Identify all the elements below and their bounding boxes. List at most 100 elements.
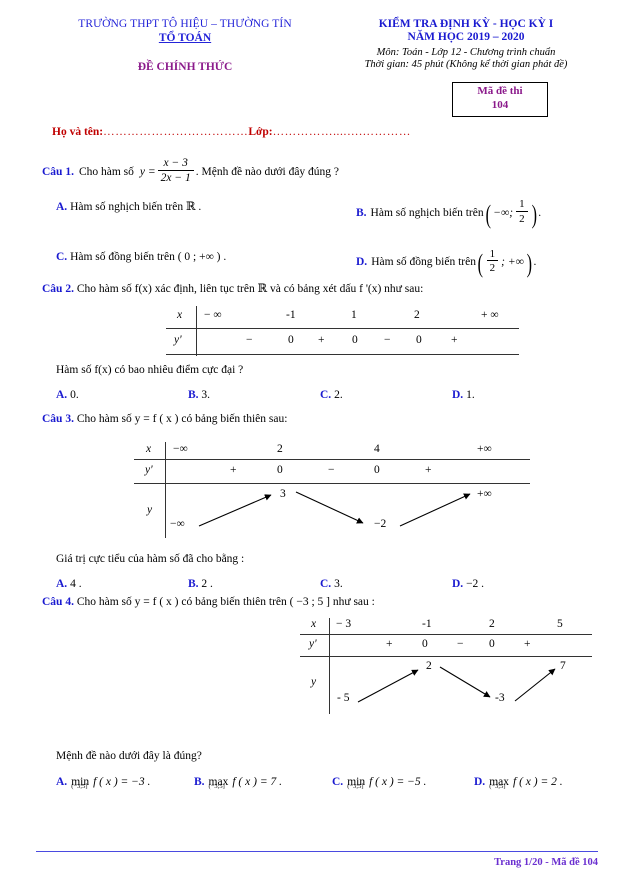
exam-subject-line: Môn: Toán - Lớp 12 - Chương trình chuẩn xyxy=(376,47,556,58)
question-4-option-a-subscript: (−3;5] xyxy=(71,782,88,790)
table-sign-value: + xyxy=(318,334,325,346)
question-3-options-row: A. 4 . B. 2 . C. 3. D. −2 . xyxy=(42,576,600,593)
question-1-option-b-fraction-denominator: 2 xyxy=(519,213,525,226)
question-1-option-b-text: Hàm số nghịch biến trên xyxy=(370,206,484,219)
table-hline xyxy=(166,354,519,356)
question-4-option-c-subscript: (−3;5] xyxy=(347,782,364,790)
question-1-y-equals: y = xyxy=(139,165,156,178)
table-row-label-yprime: y' xyxy=(174,334,182,346)
table-x-value: − ∞ xyxy=(204,309,222,321)
class-label: Lớp: xyxy=(248,126,273,138)
arrow-up-1 xyxy=(198,494,272,527)
exam-page: TRƯỜNG THPT TÔ HIỆU – THƯỜNG TÍN TỔ TOÁN… xyxy=(0,0,634,891)
question-2-option-c[interactable]: C. 2. xyxy=(320,387,452,404)
footer-page-info: Trang 1/20 - Mã đề 104 xyxy=(494,857,598,868)
question-4-option-a-body: f ( x ) = −3 . xyxy=(93,775,151,788)
question-1-option-a-letter: A. xyxy=(56,201,68,214)
question-1-option-a[interactable]: A. Hàm số nghịch biến trên ℝ . xyxy=(42,199,356,226)
question-4-stem: Câu 4. Cho hàm số y = f ( x ) có bảng bi… xyxy=(42,594,600,611)
question-1-option-c[interactable]: C. Hàm số đồng biến trên ( 0 ; +∞ ) . xyxy=(42,249,356,276)
table-vline xyxy=(196,306,198,356)
official-exam-label: ĐỀ CHÍNH THỨC xyxy=(137,61,233,73)
table-sign-value: − xyxy=(246,334,253,346)
question-3-option-d[interactable]: D. −2 . xyxy=(452,576,584,593)
question-1-option-b-fraction-numerator: 1 xyxy=(516,198,528,213)
exam-code-label: Mã đề thi xyxy=(477,85,523,97)
question-4-option-a-letter: A. xyxy=(56,775,68,788)
question-1-option-c-letter: C. xyxy=(56,250,68,263)
table-x-value: + ∞ xyxy=(481,309,499,321)
question-4-option-a[interactable]: A. min (−3;5] f ( x ) = −3 . xyxy=(56,774,194,791)
exam-title-line1: KIỂM TRA ĐỊNH KỲ - HỌC KỲ I xyxy=(378,18,554,30)
exam-code-number: 104 xyxy=(491,98,509,111)
question-4-option-b[interactable]: B. max (−3;5] f ( x ) = 7 . xyxy=(194,774,332,791)
arrow-down-1 xyxy=(439,666,491,698)
question-4-options-row: A. min (−3;5] f ( x ) = −3 . B. max (−3;… xyxy=(42,774,600,791)
question-3-option-b[interactable]: B. 2 . xyxy=(188,576,320,593)
page-header: TRƯỜNG THPT TÔ HIỆU – THƯỜNG TÍN TỔ TOÁN… xyxy=(40,18,600,138)
question-2-option-d-letter: D. xyxy=(452,388,464,401)
header-right-block: KIỂM TRA ĐỊNH KỲ - HỌC KỲ I NĂM HỌC 2019… xyxy=(332,18,600,70)
question-4-option-c[interactable]: C. min (−3;5] f ( x ) = −5 . xyxy=(332,774,474,791)
question-2-subquestion-block: Hàm số f(x) có bao nhiêu điểm cực đại ? … xyxy=(42,362,600,403)
question-1-option-d-text: Hàm số đồng biến trên xyxy=(371,256,476,269)
class-dots[interactable]: ……………....….………… xyxy=(273,126,411,138)
question-3-option-d-text: −2 . xyxy=(466,577,485,590)
question-1-fraction-denominator: 2x − 1 xyxy=(160,172,191,185)
question-2-option-b-text: 3. xyxy=(201,388,211,401)
table-sign-value: + xyxy=(451,334,458,346)
arrow-up-2 xyxy=(399,493,471,527)
question-4-option-d-operator-wrap: max (−3;5] xyxy=(489,774,509,791)
question-1-option-b-letter: B. xyxy=(356,206,367,219)
question-2-option-d[interactable]: D. 1. xyxy=(452,387,584,404)
table-sign-value: 0 xyxy=(416,334,422,346)
question-1-option-d-fraction-denominator: 2 xyxy=(489,262,496,275)
arrow-up-1 xyxy=(357,669,419,703)
question-4-option-d-letter: D. xyxy=(474,775,486,788)
question-3-stem-text: Cho hàm số y = f ( x ) có bảng biến thiê… xyxy=(76,413,288,425)
table-x-value: 2 xyxy=(414,309,420,321)
question-1-option-b[interactable]: B. Hàm số nghịch biến trên ( −∞; 1 2 ) . xyxy=(356,198,634,227)
question-2-option-b[interactable]: B. 3. xyxy=(188,387,320,404)
question-1-option-b-interval-pre: −∞; xyxy=(493,206,514,219)
question-1-options-row-1: A. Hàm số nghịch biến trên ℝ . B. Hàm số… xyxy=(42,198,600,227)
question-4-variation-table: x y' y − 3 -1 2 5 + 0 − 0 + - 5 2 -3 7 xyxy=(300,618,600,718)
question-3-option-c-text: 3. xyxy=(334,577,343,590)
question-1-option-d-fraction: 1 2 xyxy=(486,248,499,275)
question-4-subquestion: Mệnh đề nào dưới đây là đúng? xyxy=(56,750,202,762)
question-3-option-c[interactable]: C. 3. xyxy=(320,576,452,593)
question-4-option-c-body: f ( x ) = −5 . xyxy=(369,775,427,788)
question-2-option-a-text: 0. xyxy=(70,388,79,401)
question-1-stem-after: . Mệnh đề nào dưới đây đúng ? xyxy=(195,165,340,178)
question-3-option-d-letter: D. xyxy=(452,577,464,590)
question-4-option-b-operator-wrap: max (−3;5] xyxy=(209,774,229,791)
question-2-option-c-letter: C. xyxy=(320,388,332,401)
question-2-option-a[interactable]: A. 0. xyxy=(56,387,188,404)
table-x-value: -1 xyxy=(286,309,296,321)
question-3: Câu 3. Cho hàm số y = f ( x ) có bảng bi… xyxy=(42,411,600,428)
question-1-option-b-tail: . xyxy=(538,206,542,219)
question-3-variation-table: x y' y −∞ 2 4 +∞ + 0 − 0 + −∞ 3 −2 +∞ xyxy=(134,442,534,542)
question-1-option-d-fraction-numerator: 1 xyxy=(486,248,499,262)
question-1-options-row-2: C. Hàm số đồng biến trên ( 0 ; +∞ ) . D.… xyxy=(42,248,600,277)
question-1-option-d-letter: D. xyxy=(356,256,368,269)
question-1-option-d[interactable]: D. Hàm số đồng biến trên ( 1 2 ; +∞ ) . xyxy=(356,248,634,277)
question-4: Câu 4. Cho hàm số y = f ( x ) có bảng bi… xyxy=(42,594,600,611)
name-dots[interactable]: ……………………………… xyxy=(103,126,248,138)
question-4-option-b-subscript: (−3;5] xyxy=(208,782,225,790)
question-4-option-d-body: f ( x ) = 2 . xyxy=(513,775,563,788)
question-4-option-d-subscript: (−3;5] xyxy=(489,782,506,790)
student-name-line: Họ và tên:………………………………Lớp:……………....….………… xyxy=(52,126,522,138)
question-3-option-a[interactable]: A. 4 . xyxy=(56,576,188,593)
question-2-option-a-letter: A. xyxy=(56,388,68,401)
table-sign-value: 0 xyxy=(288,334,294,346)
question-1-option-a-text: Hàm số nghịch biến trên ℝ . xyxy=(70,201,202,214)
question-4-option-d[interactable]: D. max (−3;5] f ( x ) = 2 . xyxy=(474,774,612,791)
question-4-option-b-letter: B. xyxy=(194,775,205,788)
name-label: Họ và tên: xyxy=(52,126,104,138)
question-2-sign-table: x y' − ∞ -1 1 2 + ∞ − 0 + 0 − 0 + xyxy=(166,306,526,358)
table-x-value: 1 xyxy=(351,309,357,321)
question-1-label: Câu 1. xyxy=(42,165,74,178)
question-4-subquestion-block: Mệnh đề nào dưới đây là đúng? A. min (−3… xyxy=(42,748,600,790)
question-3-option-c-letter: C. xyxy=(320,577,332,590)
